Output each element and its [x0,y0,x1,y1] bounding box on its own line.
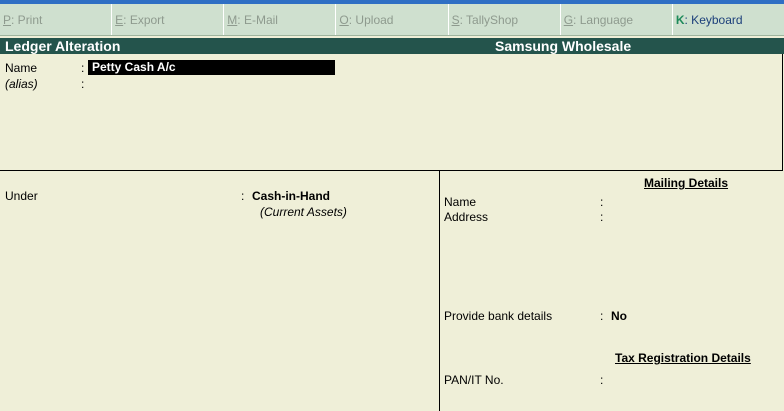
language-button[interactable]: G: Language [561,4,673,35]
company-name: Samsung Wholesale [495,38,632,54]
tax-registration-heading: Tax Registration Details [615,351,751,365]
address-colon: : [600,210,604,224]
parent-group: (Current Assets) [260,205,347,219]
screen-title: Ledger Alteration [5,38,121,54]
email-button[interactable]: M: E-Mail [224,4,337,35]
mailing-name-label: Name [444,195,477,209]
group-name-field[interactable]: Cash-in-Hand [252,189,330,203]
title-bar: Ledger Alteration Samsung Wholesale [0,38,784,54]
under-colon: : [241,189,245,203]
name-colon: : [81,61,85,75]
mailing-details-heading: Mailing Details [644,176,729,190]
button-bar: P: Print E: Export M: E-Mail O: Upload S… [0,4,784,36]
bank-details-value[interactable]: No [611,309,627,323]
keyboard-button[interactable]: K: Keyboard [673,4,784,35]
pan-label: PAN/IT No. [444,373,504,387]
bank-details-label: Provide bank details [444,309,553,323]
mailing-name-colon: : [600,195,604,209]
section-divider [439,171,440,411]
address-label: Address [444,210,489,224]
upload-button[interactable]: O: Upload [336,4,449,35]
bank-details-colon: : [600,309,604,323]
print-button[interactable]: P: Print [0,4,113,35]
pan-colon: : [600,373,604,387]
export-button[interactable]: E: Export [112,4,225,35]
under-label: Under [5,189,38,203]
alias-label: (alias) [5,77,38,91]
name-label: Name [5,61,38,75]
tallyshop-button[interactable]: S: TallyShop [449,4,561,35]
alias-colon: : [81,77,85,91]
ledger-name-input[interactable]: Petty Cash A/c [88,60,335,75]
ledger-name-section: Name : Petty Cash A/c (alias) : [0,54,783,171]
